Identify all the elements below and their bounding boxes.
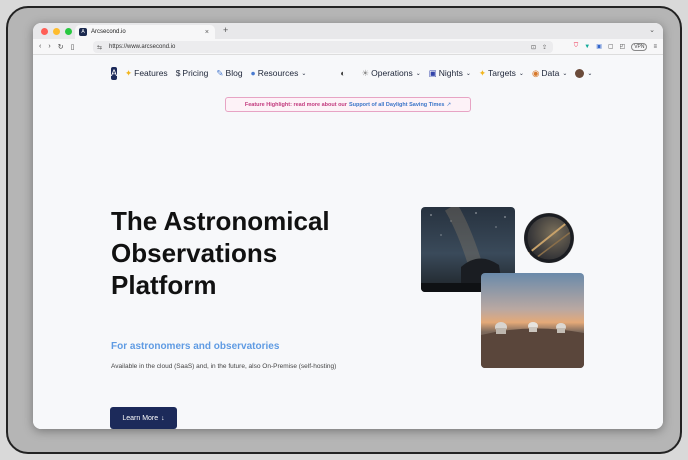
star-icon: ✦ bbox=[478, 67, 487, 78]
contrast-icon: ◐ bbox=[340, 68, 346, 78]
banner-link[interactable]: Support of all Daylight Saving Times bbox=[349, 102, 445, 108]
new-tab-button[interactable]: + bbox=[223, 25, 228, 35]
wallet-icon[interactable]: ◰ bbox=[620, 43, 626, 50]
user-menu[interactable]: ⌄ bbox=[575, 68, 593, 78]
close-tab-icon[interactable]: × bbox=[205, 29, 209, 36]
favicon-icon: A bbox=[79, 28, 87, 36]
hero-description: Available in the cloud (SaaS) and, in th… bbox=[111, 363, 337, 370]
banner-text: Feature Highlight: read more about our bbox=[244, 101, 347, 108]
telescope-dome-photo bbox=[524, 213, 574, 263]
navigation-buttons: ‹ › ↻ ▯ bbox=[39, 43, 74, 51]
mauna-kea-sunset-photo bbox=[481, 273, 584, 368]
site-navigation: A ✦ Features $ Pricing ✎ Blog ● Resource… bbox=[111, 65, 592, 81]
hero-subheading: For astronomers and observatories bbox=[111, 341, 280, 352]
page-content: A ✦ Features $ Pricing ✎ Blog ● Resource… bbox=[33, 55, 663, 429]
minimize-window-button[interactable] bbox=[53, 27, 60, 35]
zoom-window-button[interactable] bbox=[65, 27, 72, 35]
nav-operations[interactable]: ☀ Operations ⌄ bbox=[362, 68, 421, 79]
arrow-down-icon: ↓ bbox=[161, 414, 165, 422]
window-controls bbox=[41, 27, 72, 35]
nav-nights[interactable]: ▣ Nights ⌄ bbox=[429, 68, 471, 79]
extension-icon[interactable]: ▼ bbox=[584, 44, 590, 50]
tab-menu-chevron-icon[interactable]: ⌄ bbox=[649, 26, 655, 34]
chevron-down-icon: ⌄ bbox=[301, 70, 307, 77]
hero-title: The Astronomical Observations Platform bbox=[111, 206, 330, 300]
browser-window: A Arcsecond.io × + ⌄ ‹ › ↻ ▯ ⇆ https://w… bbox=[33, 23, 663, 429]
chevron-down-icon: ⌄ bbox=[562, 70, 568, 77]
nav-resources[interactable]: ● Resources ⌄ bbox=[251, 68, 307, 78]
browser-tab[interactable]: A Arcsecond.io × bbox=[75, 25, 215, 39]
tab-title: Arcsecond.io bbox=[91, 29, 126, 35]
data-icon: ◉ bbox=[531, 67, 540, 78]
sparkle-icon: ✦ bbox=[125, 67, 133, 78]
sidebar-icon[interactable]: ▢ bbox=[608, 43, 614, 50]
chevron-down-icon: ⌄ bbox=[465, 70, 471, 77]
back-icon[interactable]: ‹ bbox=[39, 43, 41, 51]
tab-bar: A Arcsecond.io × + ⌄ bbox=[33, 23, 663, 39]
bookmark-icon[interactable]: ▯ bbox=[71, 43, 75, 51]
url-text: https://www.arcsecond.io bbox=[109, 44, 176, 50]
nav-pricing[interactable]: $ Pricing bbox=[176, 68, 209, 78]
site-settings-icon[interactable]: ⇆ bbox=[97, 44, 102, 51]
dollar-icon: $ bbox=[175, 68, 181, 78]
external-link-icon: ↗ bbox=[446, 101, 452, 108]
logo[interactable]: A bbox=[111, 66, 118, 80]
chevron-down-icon: ⌄ bbox=[415, 70, 421, 77]
shield-icon[interactable]: ⛉ bbox=[574, 43, 579, 50]
browser-toolbar: ‹ › ↻ ▯ ⇆ https://www.arcsecond.io ⊡ ⇪ ⛉… bbox=[33, 39, 663, 55]
nav-targets[interactable]: ✦ Targets ⌄ bbox=[479, 68, 524, 79]
menu-icon[interactable]: ≡ bbox=[653, 44, 657, 50]
address-bar[interactable]: ⇆ https://www.arcsecond.io ⊡ ⇪ bbox=[93, 41, 553, 53]
vpn-badge[interactable]: VPN bbox=[631, 42, 648, 51]
feature-highlight-banner[interactable]: Feature Highlight: read more about our S… bbox=[225, 97, 471, 112]
chevron-down-icon: ⌄ bbox=[587, 70, 593, 77]
nav-blog[interactable]: ✎ Blog bbox=[216, 68, 242, 79]
reload-icon[interactable]: ↻ bbox=[58, 43, 64, 51]
chevron-down-icon: ⌄ bbox=[518, 70, 524, 77]
page-actions-icon[interactable]: ⊡ bbox=[531, 44, 536, 51]
theme-toggle[interactable]: ◐ bbox=[340, 68, 345, 78]
globe-icon: ● bbox=[250, 68, 256, 78]
operations-icon: ☀ bbox=[361, 67, 370, 78]
nav-data[interactable]: ◉ Data ⌄ bbox=[532, 68, 567, 79]
close-window-button[interactable] bbox=[41, 27, 48, 35]
avatar bbox=[575, 68, 585, 78]
extension-icon[interactable]: ▣ bbox=[596, 43, 602, 50]
share-icon[interactable]: ⇪ bbox=[542, 44, 547, 51]
forward-icon[interactable]: › bbox=[48, 43, 50, 51]
extensions-bar: ⛉ ▼ ▣ ▢ ◰ VPN ≡ bbox=[574, 42, 657, 51]
learn-more-button[interactable]: Learn More ↓ bbox=[110, 407, 177, 429]
nav-features[interactable]: ✦ Features bbox=[125, 68, 168, 79]
moon-icon: ▣ bbox=[428, 67, 437, 78]
blog-icon: ✎ bbox=[216, 67, 224, 78]
